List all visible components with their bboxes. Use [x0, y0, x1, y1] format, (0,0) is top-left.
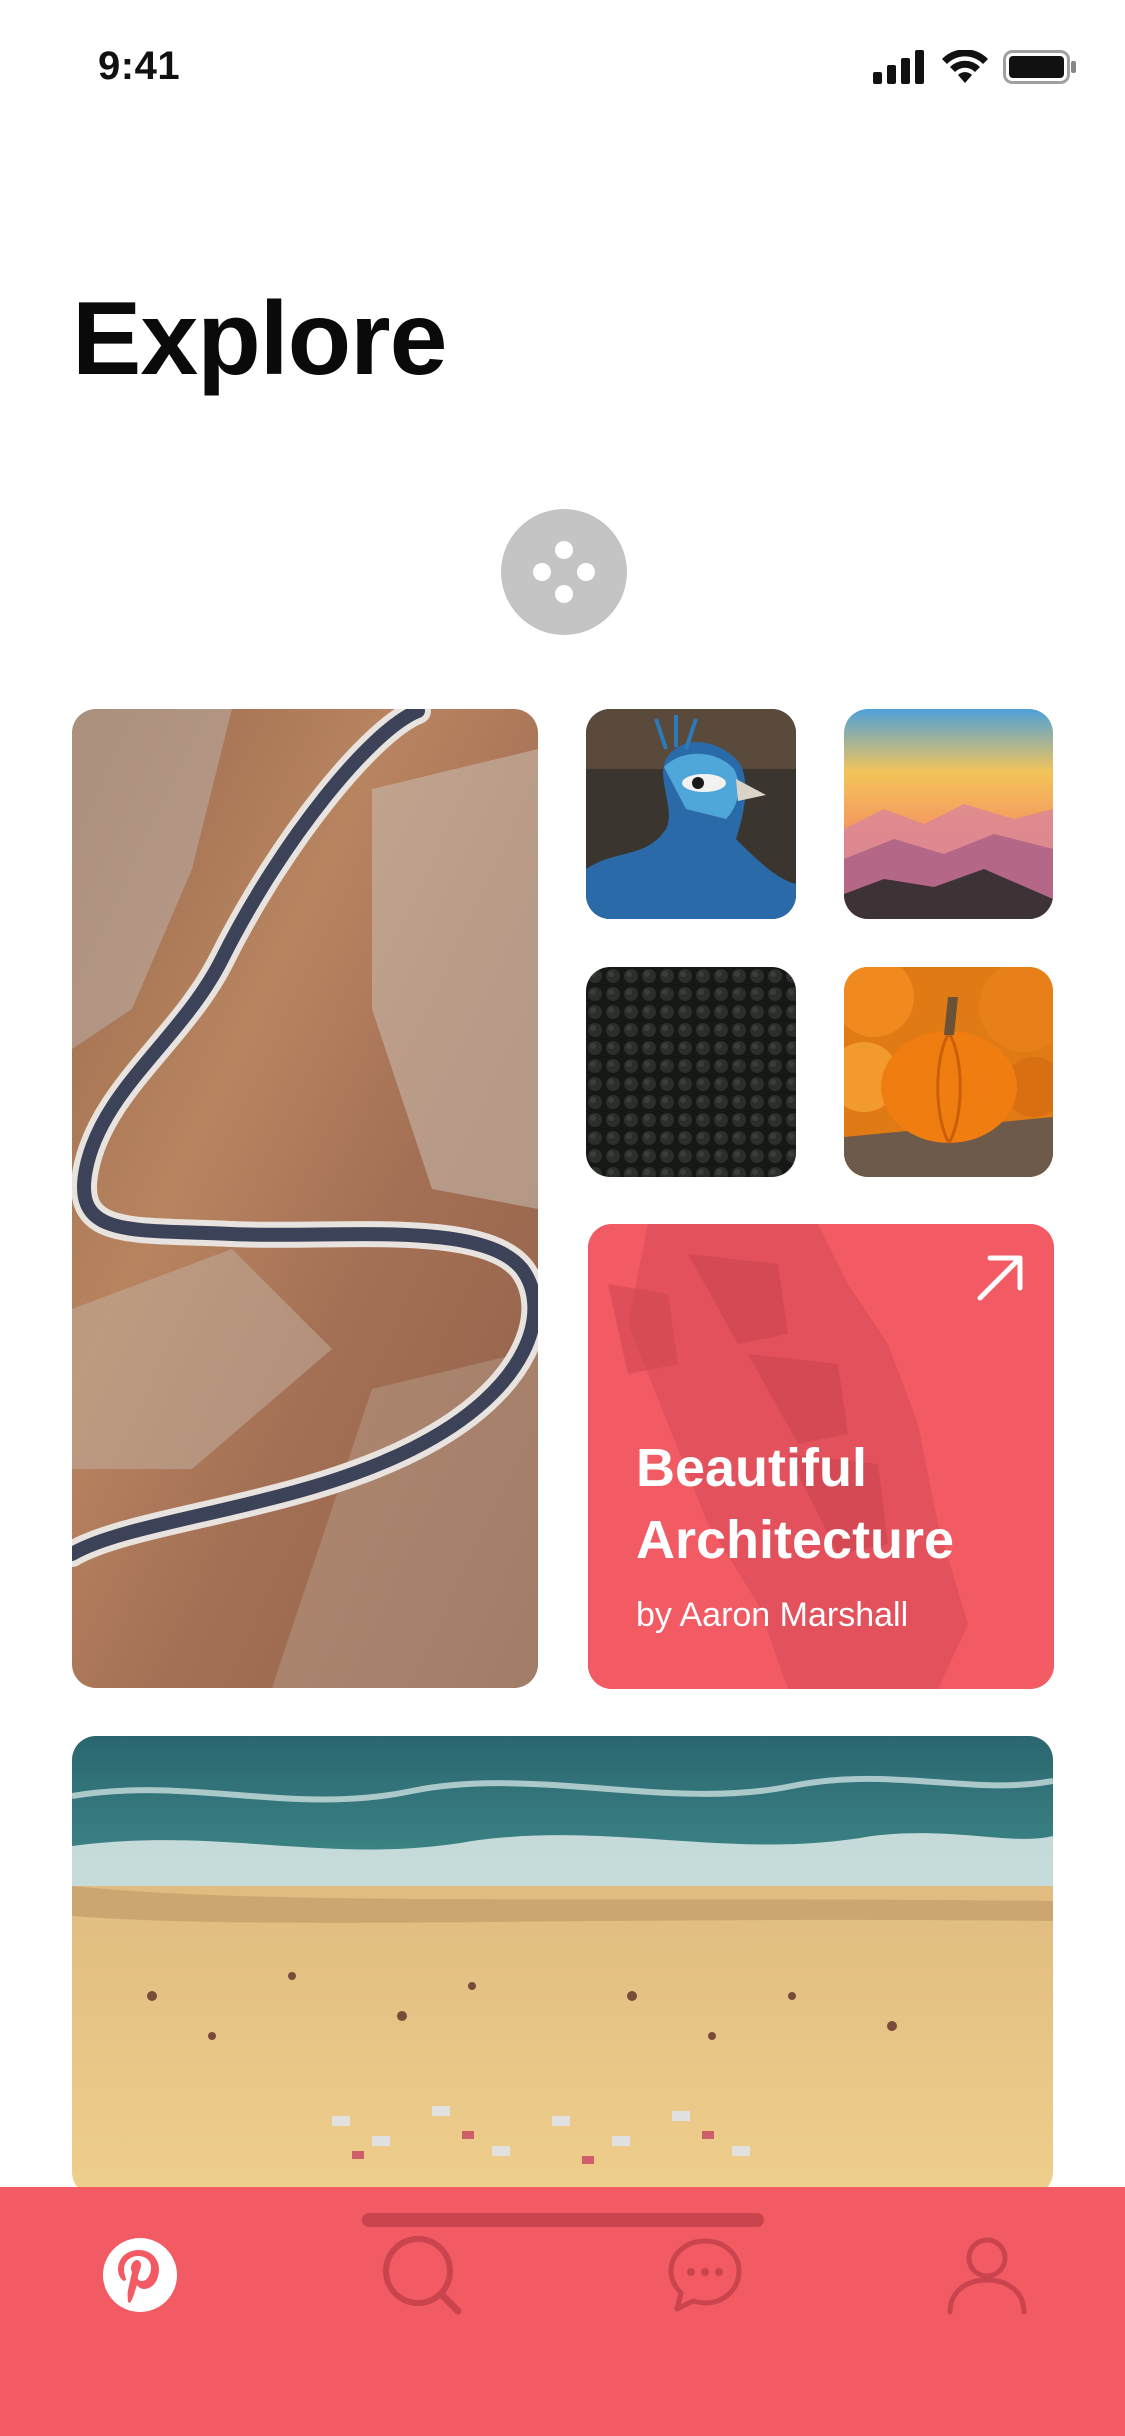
- shuffle-button[interactable]: [501, 509, 627, 635]
- beach-aerial-photo[interactable]: [72, 1736, 1053, 2196]
- feature-card-title: Beautiful Architecture: [636, 1432, 1036, 1576]
- tab-search[interactable]: [372, 2225, 472, 2325]
- peacock-image: [586, 709, 796, 919]
- beach-aerial-image: [72, 1736, 1053, 2196]
- tab-profile[interactable]: [937, 2225, 1037, 2325]
- feature-card-title-line2: Architecture: [636, 1510, 955, 1570]
- profile-icon: [947, 2237, 1027, 2315]
- winding-road-photo[interactable]: [72, 709, 538, 1688]
- home-indicator: [362, 2213, 764, 2227]
- page-title: Explore: [72, 281, 447, 397]
- chat-icon: [668, 2238, 742, 2312]
- dark-texture-image: [586, 967, 796, 1177]
- wifi-icon: [942, 50, 988, 83]
- status-time: 9:41: [98, 44, 181, 88]
- feature-card-author: by Aaron Marshall: [636, 1596, 909, 1634]
- winding-road-image: [72, 709, 538, 1688]
- search-icon: [383, 2236, 462, 2315]
- feature-card-title-line1: Beautiful: [636, 1438, 868, 1498]
- tab-home[interactable]: [90, 2225, 190, 2325]
- battery-icon: [1003, 50, 1076, 84]
- pinterest-icon: [103, 2238, 177, 2312]
- mountain-sunset-photo[interactable]: [844, 709, 1053, 919]
- pumpkin-photo[interactable]: [844, 967, 1053, 1177]
- status-bar: 9:41: [0, 0, 1125, 132]
- arrow-up-right-icon[interactable]: [972, 1250, 1028, 1306]
- peacock-photo[interactable]: [586, 709, 796, 919]
- tab-messages[interactable]: [655, 2225, 755, 2325]
- signal-icon: [873, 50, 924, 84]
- dark-texture-photo[interactable]: [586, 967, 796, 1177]
- status-icons: [873, 50, 1077, 84]
- tab-bar: [0, 2187, 1125, 2436]
- beautiful-architecture-card[interactable]: Beautiful Architecture by Aaron Marshall: [588, 1224, 1054, 1689]
- pumpkin-image: [844, 967, 1053, 1177]
- mountain-sunset-image: [844, 709, 1053, 919]
- shuffle-dots-icon: [533, 541, 595, 603]
